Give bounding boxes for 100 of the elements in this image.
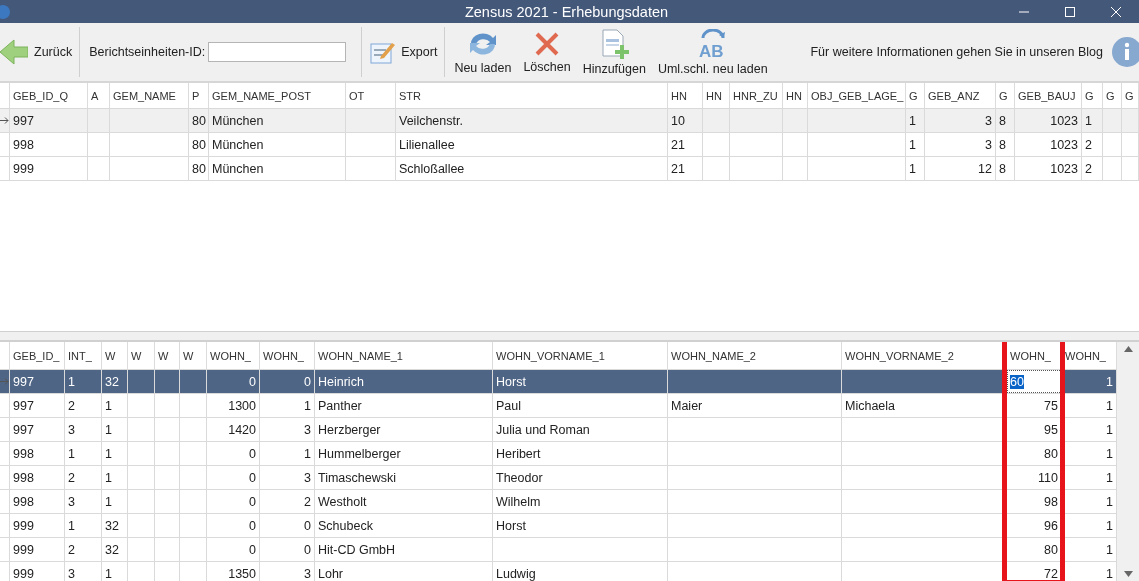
table-row[interactable]: 999 2 32 0 0 Hit-CD GmbH 80 1 xyxy=(0,538,1117,562)
export-button[interactable]: Export xyxy=(365,32,442,72)
table-cell: Hit-CD GmbH xyxy=(315,538,493,561)
column-header[interactable]: G xyxy=(1082,83,1103,108)
column-header[interactable]: OBJ_GEB_LAGE_ xyxy=(808,83,906,108)
table-cell: 0 xyxy=(207,538,260,561)
back-button[interactable]: Zurück xyxy=(0,32,77,72)
table-cell: Wilhelm xyxy=(493,490,668,513)
table-cell: 110 xyxy=(1007,466,1062,489)
table-cell: 997 xyxy=(10,109,88,132)
table-cell: Hummelberger xyxy=(315,442,493,465)
column-header[interactable]: G xyxy=(906,83,925,108)
table-row[interactable]: 999 80 München Schloßallee 21 1 12 8 1023 2 xyxy=(0,157,1139,181)
table-cell: 80 xyxy=(1007,538,1062,561)
table-cell: Michaela xyxy=(842,394,1007,417)
reload-button[interactable]: Neu laden xyxy=(448,26,518,78)
table-cell: Heribert xyxy=(493,442,668,465)
info-icon[interactable] xyxy=(1111,37,1139,67)
table-cell: 0 xyxy=(207,466,260,489)
table-row[interactable]: 997 2 1 1300 1 Panther Paul Maier Michaela 75 1 xyxy=(0,394,1117,418)
table-row[interactable]: 997 3 1 1420 3 Herzberger Julia und Roman 95 1 xyxy=(0,418,1117,442)
table-cell: 1023 xyxy=(1015,109,1082,132)
table-cell: 998 xyxy=(10,133,88,156)
table-cell: 2 xyxy=(65,466,102,489)
column-header[interactable]: GEM_NAME xyxy=(110,83,189,108)
column-header[interactable]: WOHN_VORNAME_2 xyxy=(842,342,1007,369)
table-cell: 32 xyxy=(102,538,128,561)
column-header[interactable]: HN xyxy=(703,83,730,108)
reload-button[interactable]: AB Uml.schl. neu laden xyxy=(651,26,774,78)
table-cell: 1023 xyxy=(1015,133,1082,156)
table-row[interactable]: 998 80 München Lilienallee 21 1 3 8 1023 2 xyxy=(0,133,1139,157)
column-header[interactable]: P xyxy=(189,83,209,108)
scroll-up-icon[interactable] xyxy=(1123,346,1133,352)
table-cell: 3 xyxy=(260,562,315,581)
table-cell: 1 xyxy=(65,514,102,537)
table-row[interactable]: 998 1 1 0 1 Hummelberger Heribert 80 1 xyxy=(0,442,1117,466)
column-header[interactable]: OT xyxy=(346,83,396,108)
table-cell: 1 xyxy=(260,394,315,417)
column-header[interactable]: WOHN_ xyxy=(1007,342,1062,369)
column-header[interactable]: GEB_ID_ xyxy=(10,342,65,369)
window-title: Zensus 2021 - Erhebungsdaten xyxy=(463,3,670,20)
column-header[interactable]: G xyxy=(996,83,1015,108)
row-pointer-icon xyxy=(0,117,9,124)
column-header[interactable]: G xyxy=(1103,83,1122,108)
table-cell: 1023 xyxy=(1015,157,1082,180)
table-cell: München xyxy=(209,157,346,180)
table-cell: Lilienallee xyxy=(396,133,668,156)
table-cell: 999 xyxy=(10,157,88,180)
column-header[interactable]: HN xyxy=(668,83,703,108)
column-header[interactable]: INT_ xyxy=(65,342,102,369)
column-header[interactable]: GEM_NAME_POST xyxy=(209,83,346,108)
id-label: Berichtseinheiten-ID: xyxy=(89,45,206,59)
table-cell: 0 xyxy=(207,370,260,393)
table-cell: Heinrich xyxy=(315,370,493,393)
column-header[interactable]: GEB_BAUJ xyxy=(1015,83,1082,108)
column-header[interactable]: W xyxy=(155,342,180,369)
table-cell: Schubeck xyxy=(315,514,493,537)
table-cell: 32 xyxy=(102,370,128,393)
column-header[interactable]: HN xyxy=(783,83,808,108)
table-cell: 98 xyxy=(1007,490,1062,513)
column-header[interactable]: STR xyxy=(396,83,668,108)
table-cell: Theodor xyxy=(493,466,668,489)
column-header[interactable]: WOHN_NAME_2 xyxy=(668,342,842,369)
column-header[interactable]: GEB_ANZ xyxy=(925,83,996,108)
column-header[interactable]: WOHN_NAME_1 xyxy=(315,342,493,369)
column-header[interactable]: G xyxy=(1122,83,1139,108)
table-cell: 21 xyxy=(668,133,703,156)
column-header[interactable]: A xyxy=(88,83,110,108)
column-header[interactable]: W xyxy=(180,342,207,369)
cell-editor-field[interactable]: 60 xyxy=(1007,370,1062,393)
table-cell: 1 xyxy=(906,133,925,156)
column-header[interactable]: WOHN_VORNAME_1 xyxy=(493,342,668,369)
id-input-field[interactable] xyxy=(208,42,347,62)
column-header[interactable]: GEB_ID_Q xyxy=(10,83,88,108)
table-cell: 0 xyxy=(207,442,260,465)
table-cell: 1 xyxy=(102,490,128,513)
table-cell: 3 xyxy=(65,490,102,513)
document-add-icon xyxy=(599,28,630,59)
table-cell: 2 xyxy=(260,490,315,513)
table-row[interactable]: 997 80 München Veilchenstr. 10 1 3 8 1023 1 xyxy=(0,109,1139,133)
table-cell: 3 xyxy=(260,418,315,441)
column-header[interactable]: HNR_ZU xyxy=(730,83,783,108)
column-header[interactable]: WOHN_ xyxy=(260,342,315,369)
column-header[interactable]: W xyxy=(128,342,155,369)
column-header[interactable]: W xyxy=(102,342,128,369)
table-cell: 1 xyxy=(102,562,128,581)
scroll-down-icon[interactable] xyxy=(1123,571,1133,577)
app-icon xyxy=(0,3,12,20)
table-row[interactable]: 997 1 32 0 0 Heinrich Horst 60 1 xyxy=(0,370,1117,394)
table-cell: 3 xyxy=(925,109,996,132)
column-header[interactable]: WOHN_ xyxy=(207,342,260,369)
table-row[interactable]: 998 2 1 0 3 Timaschewski Theodor 110 1 xyxy=(0,466,1117,490)
add-button[interactable]: Hinzufügen xyxy=(576,26,652,78)
table-cell: 2 xyxy=(1082,157,1103,180)
delete-button[interactable]: Löschen xyxy=(517,26,577,78)
table-cell: 997 xyxy=(10,418,65,441)
table-row[interactable]: 998 3 1 0 2 Westholt Wilhelm 98 1 xyxy=(0,490,1117,514)
table-cell: 80 xyxy=(189,109,209,132)
table-cell: 80 xyxy=(189,133,209,156)
table-row[interactable]: 999 1 32 0 0 Schubeck Horst 96 1 xyxy=(0,514,1117,538)
